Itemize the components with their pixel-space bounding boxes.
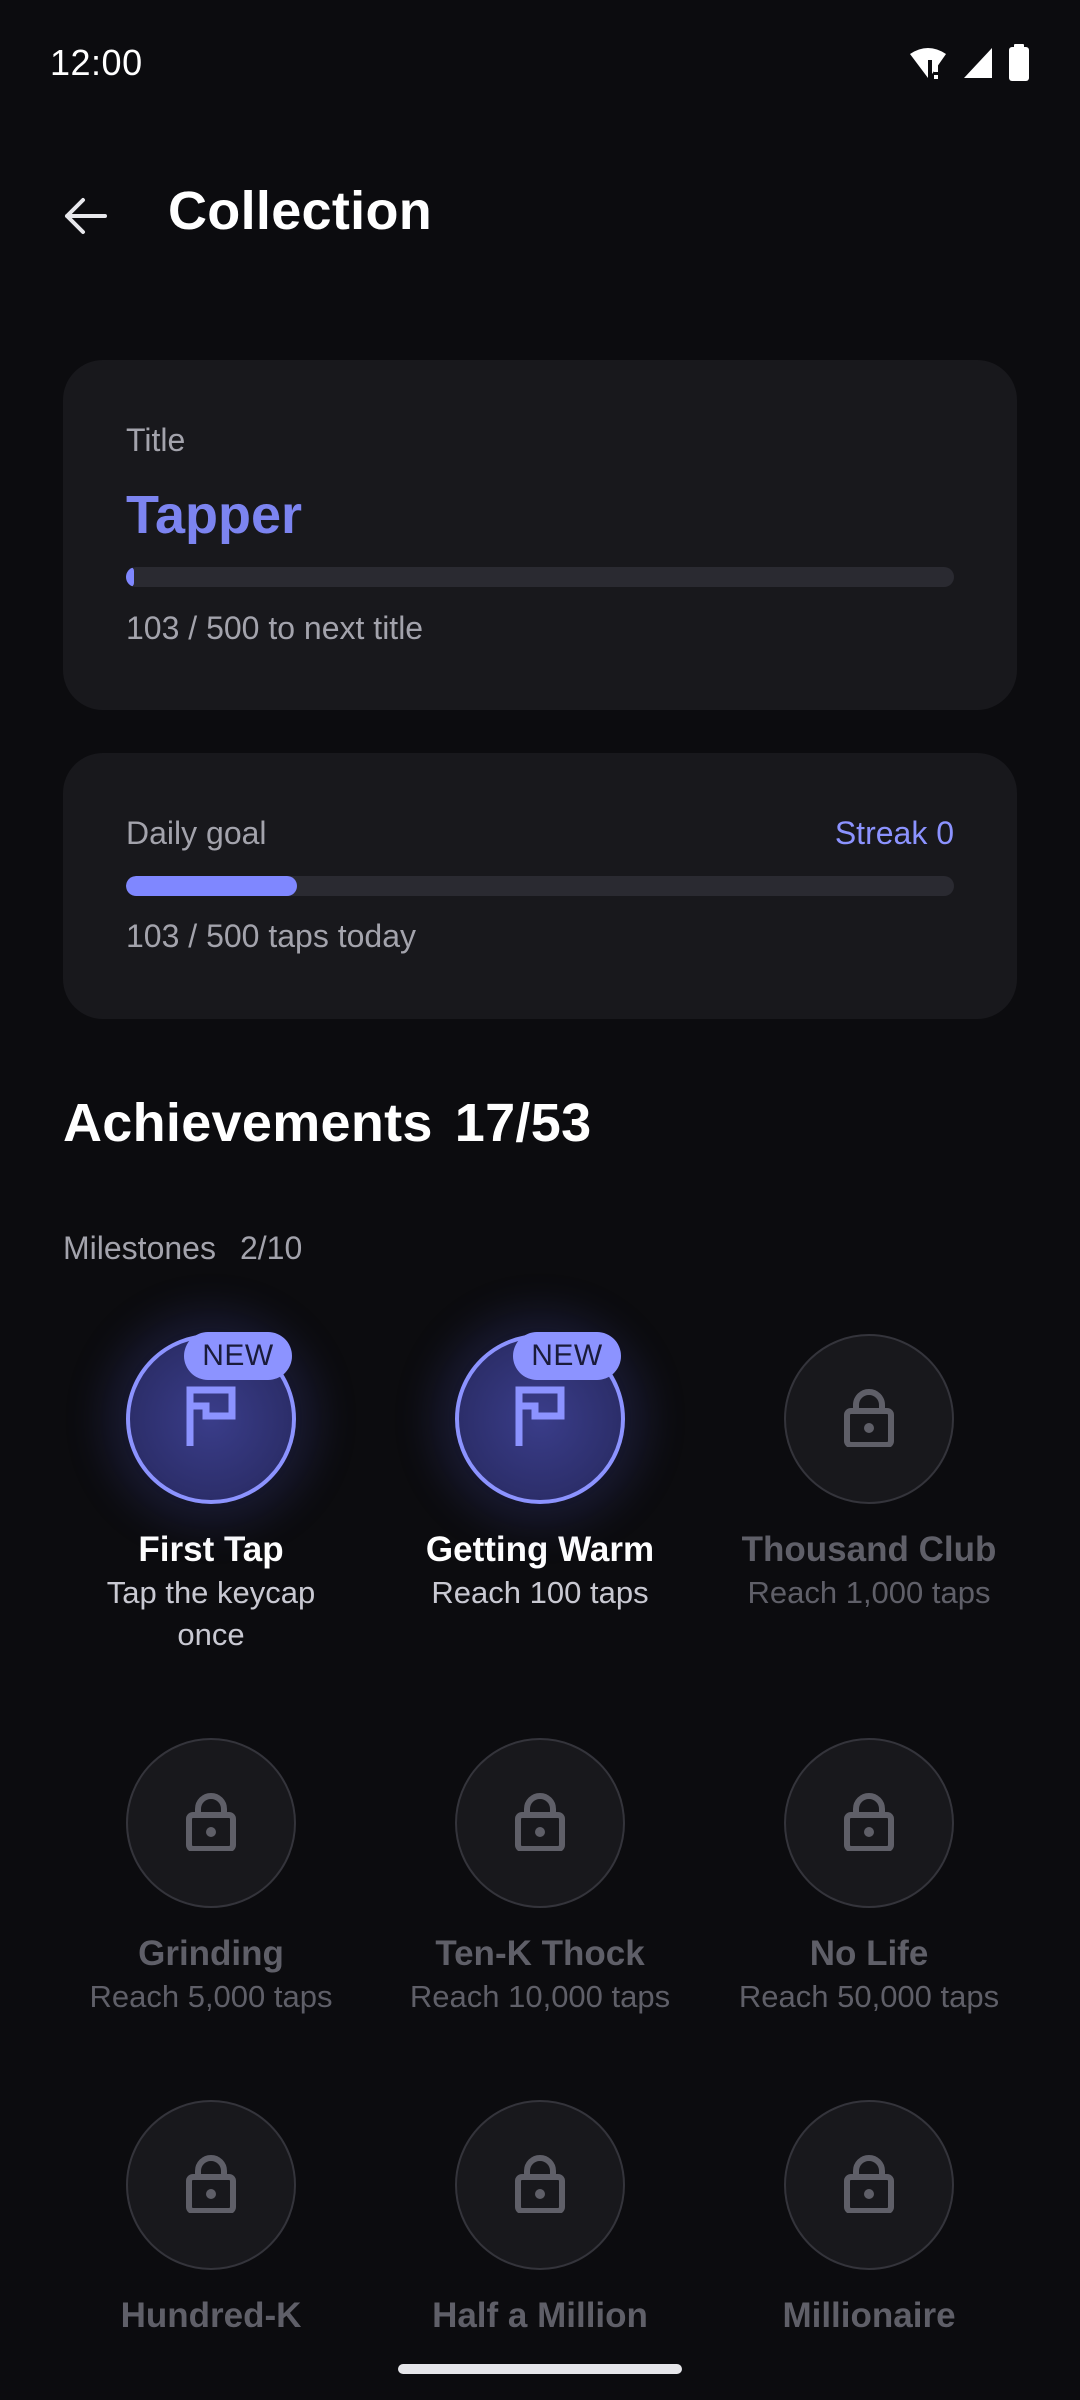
lock-icon [844, 2153, 894, 2218]
title-progress-fill [126, 567, 135, 587]
achievement-badge-circle [455, 2100, 625, 2270]
achievement-desc: Reach 100 taps [431, 1575, 649, 1610]
achievement-desc: Reach 1,000 taps [747, 1575, 991, 1610]
achievement-item[interactable]: Grinding Reach 5,000 taps [61, 1738, 361, 2018]
page-title: Collection [168, 181, 433, 241]
flag-icon [184, 1386, 238, 1453]
achievement-item[interactable]: Hundred-K [61, 2100, 361, 2338]
achievement-name: Millionaire [782, 2296, 956, 2335]
lock-icon [186, 2153, 236, 2218]
achievement-item[interactable]: Millionaire [719, 2100, 1019, 2338]
achievement-desc: Tap the keycap once [106, 1575, 316, 1652]
achievement-name: Hundred-K [120, 2296, 302, 2335]
achievements-count: 17/53 [454, 1093, 592, 1153]
status-bar: 12:00 [0, 0, 1080, 130]
milestones-header: Milestones 2/10 [63, 1230, 302, 1267]
title-progress-bar [126, 567, 954, 587]
achievement-item[interactable]: No Life Reach 50,000 taps [719, 1738, 1019, 2018]
wifi-alert-icon [908, 46, 948, 80]
flag-icon [513, 1386, 567, 1453]
achievements-header: Achievements 17/53 [63, 1092, 591, 1154]
lock-icon [515, 1791, 565, 1856]
achievement-badge-circle [455, 1738, 625, 1908]
app-bar: Collection [0, 150, 1080, 276]
achievement-item[interactable]: NEW Getting Warm Reach 100 taps [390, 1332, 690, 1614]
achievement-badge-circle [784, 1738, 954, 1908]
achievement-badge-circle [126, 1738, 296, 1908]
status-time: 12:00 [50, 42, 143, 83]
achievement-name: Thousand Club [741, 1530, 997, 1569]
achievement-name: Half a Million [432, 2296, 648, 2335]
lock-icon [844, 1791, 894, 1856]
achievement-badge-circle [784, 1334, 954, 1504]
new-badge: NEW [513, 1332, 621, 1380]
arrow-left-icon [61, 196, 107, 241]
new-badge: NEW [184, 1332, 292, 1380]
streak-label: Streak 0 [834, 815, 954, 851]
achievement-badge-circle [126, 2100, 296, 2270]
achievement-badge-circle [784, 2100, 954, 2270]
daily-progress-text: 103 / 500 taps today [126, 918, 416, 954]
lock-icon [186, 1791, 236, 1856]
achievement-item[interactable]: Ten-K Thock Reach 10,000 taps [390, 1738, 690, 2018]
signal-icon [962, 46, 994, 80]
title-card: Title Tapper 103 / 500 to next title [63, 360, 1017, 710]
achievement-item[interactable]: Half a Million [390, 2100, 690, 2338]
achievement-item[interactable]: Thousand Club Reach 1,000 taps [719, 1334, 1019, 1614]
lock-icon [844, 1387, 894, 1452]
achievement-name: No Life [809, 1934, 929, 1973]
daily-progress-fill [126, 876, 297, 896]
daily-progress-bar [126, 876, 954, 896]
achievement-name: Grinding [138, 1934, 284, 1973]
achievement-name: Getting Warm [425, 1530, 655, 1569]
daily-goal-card: Daily goal Streak 0 103 / 500 taps today [63, 753, 1017, 1019]
milestones-count: 2/10 [239, 1230, 303, 1266]
current-title: Tapper [126, 485, 303, 545]
achievement-item[interactable]: NEW First Tap Tap the keycap once [61, 1332, 361, 1656]
daily-goal-label: Daily goal [126, 815, 267, 851]
achievement-desc: Reach 5,000 taps [89, 1979, 333, 2014]
title-label: Title [126, 422, 186, 458]
achievement-desc: Reach 50,000 taps [738, 1979, 1000, 2014]
achievement-name: Ten-K Thock [435, 1934, 645, 1973]
home-indicator[interactable] [398, 2364, 682, 2374]
achievement-name: First Tap [138, 1530, 284, 1569]
milestones-label: Milestones [63, 1230, 216, 1266]
achievements-title: Achievements [63, 1093, 433, 1153]
back-button[interactable] [44, 178, 124, 258]
title-progress-text: 103 / 500 to next title [126, 610, 424, 646]
battery-icon [1008, 44, 1030, 82]
status-icons [908, 44, 1030, 82]
achievement-desc: Reach 10,000 taps [409, 1979, 671, 2014]
lock-icon [515, 2153, 565, 2218]
